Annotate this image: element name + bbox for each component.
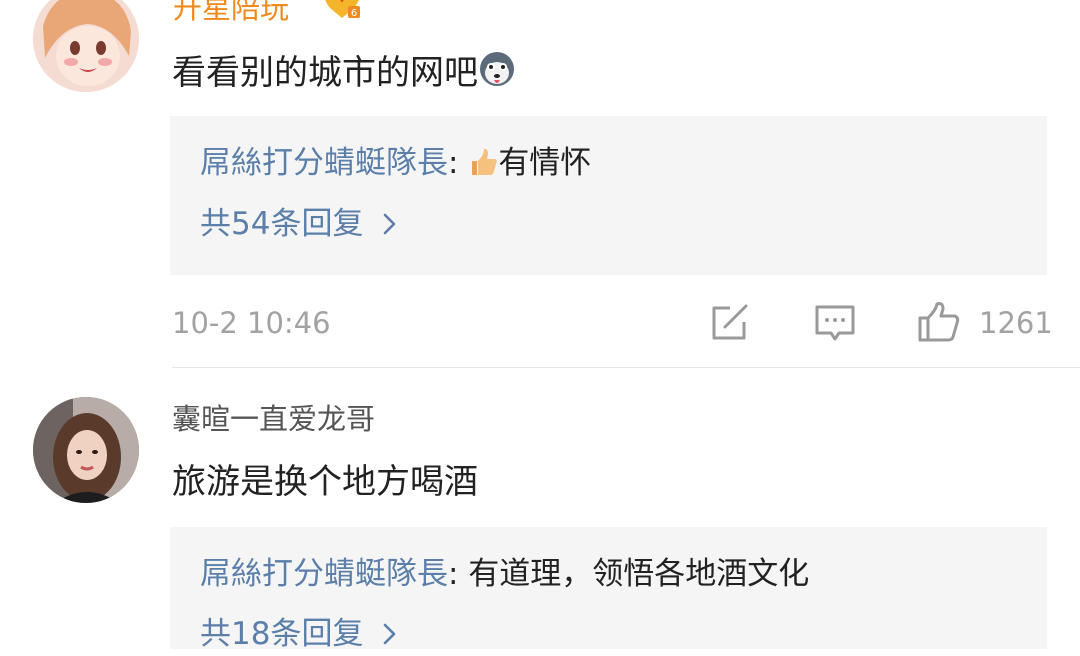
reply-text: 有道理，领悟各地酒文化 [468, 556, 810, 592]
view-more-replies-link[interactable]: 共54条回复 [200, 204, 397, 246]
reply-text: 有情怀 [498, 145, 592, 181]
reply-preview-line: 屌絲打分蜻蜓隊長: 有道理，领悟各地酒文化 [200, 554, 809, 594]
reply-preview-box[interactable] [170, 116, 1047, 275]
anime-girl-avatar-icon [33, 0, 139, 92]
reply-separator: : [448, 556, 459, 592]
comment-username[interactable]: 囊暄一直爱龙哥 [172, 401, 375, 437]
view-more-replies-link[interactable]: 共18条回复 [200, 614, 397, 656]
more-replies-label: 共54条回复 [200, 206, 364, 242]
reply-author-link[interactable]: 屌絲打分蜻蜓隊長 [200, 556, 448, 592]
chevron-right-icon [383, 616, 397, 656]
reply-separator: : [448, 145, 459, 181]
svg-text:6: 6 [351, 8, 357, 19]
husky-emoji-icon [478, 50, 516, 99]
thumbs-up-icon [468, 147, 498, 187]
chevron-right-icon [383, 206, 397, 246]
comment-icon[interactable] [814, 304, 856, 348]
reply-author-link[interactable]: 屌絲打分蜻蜓隊長 [200, 145, 448, 181]
vip-badge-icon: 6 [322, 0, 362, 26]
share-icon[interactable] [710, 304, 750, 346]
avatar[interactable] [33, 397, 139, 503]
like-count: 1261 [979, 306, 1053, 340]
comment-divider [172, 367, 1080, 368]
comment-content: 看看别的城市的网吧 [172, 50, 516, 99]
comment-text: 旅游是换个地方喝酒 [172, 462, 478, 502]
more-replies-label: 共18条回复 [200, 616, 364, 652]
avatar[interactable] [33, 0, 139, 92]
comment-username[interactable]: 升星陪玩 [173, 0, 289, 26]
comment-timestamp: 10-2 10:46 [172, 306, 331, 340]
reply-preview-line: 屌絲打分蜻蜓隊長: 有情怀 [200, 143, 591, 187]
user-photo-avatar-icon [33, 397, 139, 503]
like-icon[interactable] [917, 301, 961, 347]
comment-text: 看看别的城市的网吧 [172, 53, 478, 93]
